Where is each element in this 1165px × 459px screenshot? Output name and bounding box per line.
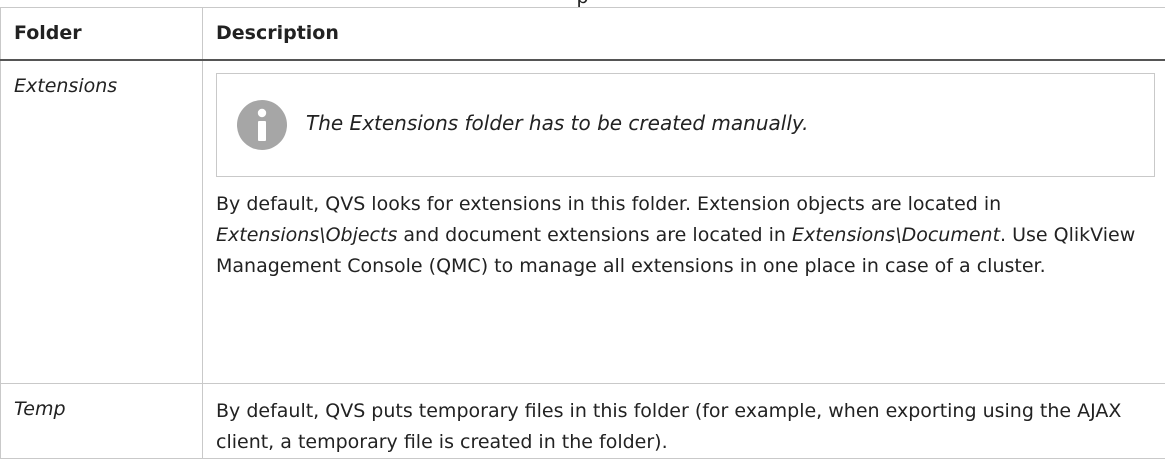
info-icon — [237, 100, 287, 150]
folder-name-cell: Extensions — [1, 60, 203, 384]
note-box: The Extensions folder has to be created … — [216, 73, 1155, 177]
description-cell: The Extensions folder has to be created … — [203, 60, 1165, 384]
folder-name-cell: Temp — [1, 384, 203, 459]
cropped-header-fragment: p — [0, 0, 1165, 7]
description-part-1: By default, QVS looks for extensions in … — [216, 193, 1001, 215]
column-header-description: Description — [203, 8, 1165, 60]
path-objects: Extensions\Objects — [216, 224, 397, 246]
column-header-folder: Folder — [1, 8, 203, 60]
description-part-2: and document extensions are located in — [397, 224, 792, 246]
table-row: Temp By default, QVS puts temporary file… — [1, 384, 1165, 459]
note-text: The Extensions folder has to be created … — [306, 109, 809, 137]
path-document: Extensions\Document — [792, 224, 1000, 246]
cropped-header-text: p — [0, 0, 1165, 7]
table-header-row: Folder Description — [1, 8, 1165, 60]
description-text: By default, QVS looks for extensions in … — [216, 189, 1155, 291]
table-row: Extensions The Extensions folder has to … — [1, 60, 1165, 384]
folders-table: Folder Description Extensions The Extens… — [0, 7, 1165, 459]
description-cell: By default, QVS puts temporary files in … — [203, 384, 1165, 459]
